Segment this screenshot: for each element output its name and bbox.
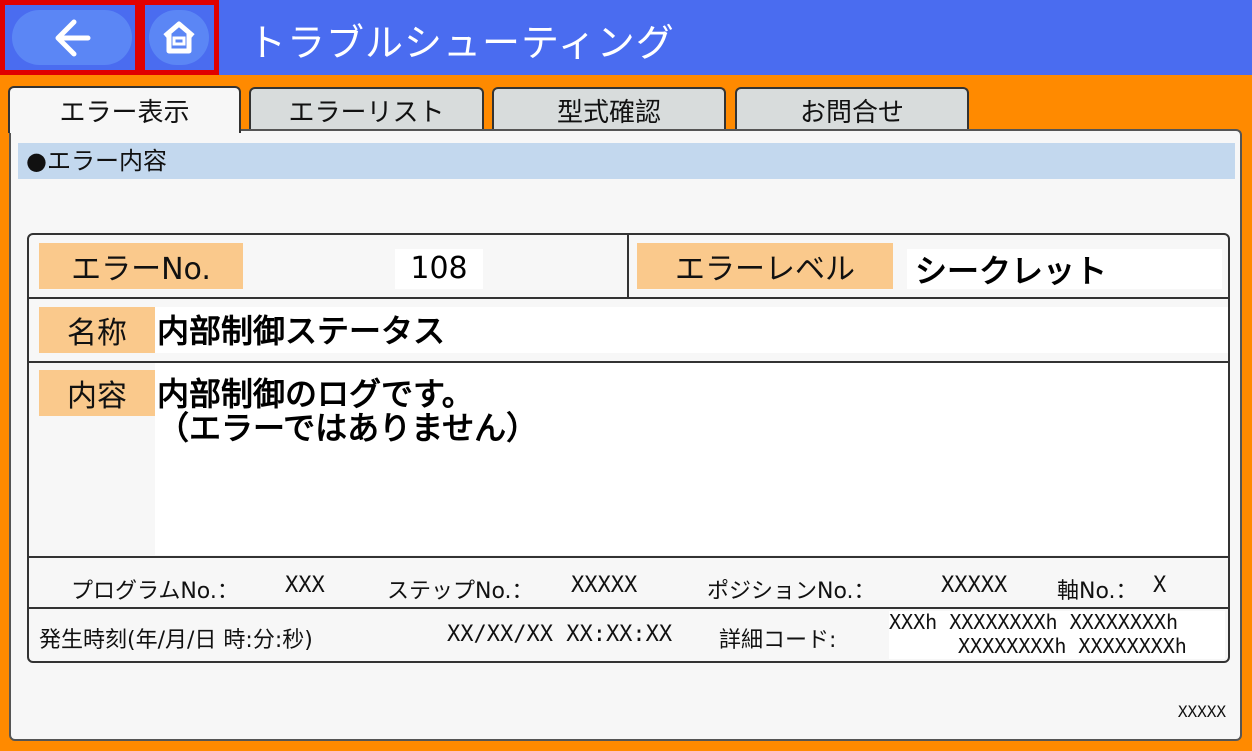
position-label: ポジションNo.： — [707, 579, 876, 604]
occurrence-time-value: XX/XX/XX XX:XX:XX — [447, 622, 673, 647]
error-info-box: エラーNo. 108 エラーレベル シークレット 名称 内部制御ステータス 内容… — [27, 233, 1230, 663]
row-divider — [29, 297, 1228, 299]
content-value-box: 内部制御のログです。 （エラーではありません） — [155, 363, 1228, 555]
content-line-2: （エラーではありません） — [157, 409, 539, 447]
program-label: プログラムNo.： — [71, 579, 239, 604]
detail-code-line-1: XXXh XXXXXXXXh XXXXXXXXh — [889, 610, 1178, 634]
name-value: 内部制御ステータス — [155, 307, 1228, 353]
detail-code-line-2: XXXXXXXXh XXXXXXXXh — [958, 634, 1187, 658]
screen-code: XXXXX — [1177, 702, 1226, 721]
name-label: 名称 — [39, 307, 155, 353]
column-divider — [627, 235, 629, 297]
back-button[interactable] — [12, 10, 132, 65]
step-label: ステップNo.： — [387, 579, 534, 604]
error-panel: ●エラー内容 エラーNo. 108 エラーレベル シークレット 名称 内部制御ス… — [9, 129, 1242, 741]
error-level-label: エラーレベル — [637, 243, 893, 289]
home-icon — [163, 21, 195, 53]
content-label: 内容 — [39, 370, 155, 416]
page-title: トラブルシューティング — [248, 21, 675, 65]
tab-inquiry[interactable]: お問合せ — [735, 87, 969, 131]
row-divider — [29, 607, 1228, 609]
axis-label: 軸No.： — [1057, 579, 1138, 604]
detail-code-label: 詳細コード: — [719, 628, 837, 653]
section-header: ●エラー内容 — [18, 143, 1235, 179]
step-value: XXXXX — [571, 573, 638, 598]
program-value: XXX — [285, 573, 325, 598]
title-bar: トラブルシューティング — [0, 0, 1252, 75]
position-value: XXXXX — [941, 573, 1008, 598]
occurrence-time-label: 発生時刻(年/月/日 時:分:秒) — [39, 628, 313, 653]
tab-model-check[interactable]: 型式確認 — [492, 87, 726, 131]
tab-error-list[interactable]: エラーリスト — [249, 87, 484, 131]
error-level-value: シークレット — [907, 249, 1222, 290]
home-button[interactable] — [149, 10, 209, 65]
tab-error-display[interactable]: エラー表示 — [8, 86, 241, 133]
arrow-left-icon — [55, 19, 91, 56]
error-number-value: 108 — [395, 249, 483, 289]
row-divider — [29, 556, 1228, 558]
error-number-label: エラーNo. — [39, 243, 243, 289]
axis-value: X — [1153, 573, 1167, 598]
